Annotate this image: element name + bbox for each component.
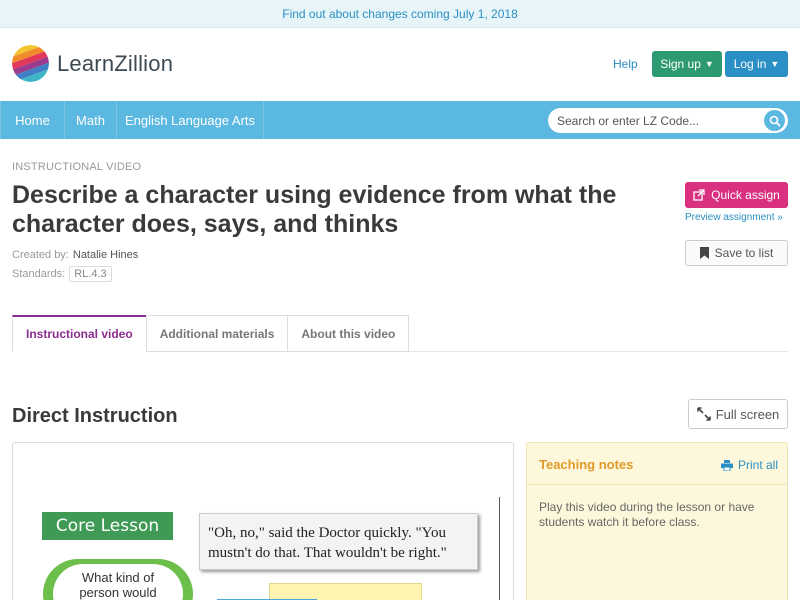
quick-assign-button[interactable]: Quick assign (685, 182, 788, 208)
log-in-label: Log in (733, 57, 767, 71)
log-in-button[interactable]: Log in ▼ (725, 51, 788, 77)
save-to-list-label: Save to list (714, 246, 774, 260)
tab-additional-materials[interactable]: Additional materials (145, 315, 289, 352)
page-title: Describe a character using evidence from… (12, 181, 617, 238)
preview-assignment-link[interactable]: Preview assignment » (685, 212, 783, 223)
sign-up-button[interactable]: Sign up ▼ (652, 51, 722, 77)
teaching-notes-title: Teaching notes (539, 457, 634, 472)
save-to-list-button[interactable]: Save to list (685, 240, 788, 266)
content-tabs: Instructional video Additional materials… (12, 315, 410, 352)
quick-assign-label: Quick assign (711, 188, 780, 202)
tab-label: Additional materials (159, 326, 275, 341)
teaching-notes-body: Play this video during the lesson or hav… (539, 500, 755, 529)
tab-label: Instructional video (26, 327, 133, 341)
full-screen-button[interactable]: Full screen (688, 399, 788, 429)
announcement-banner[interactable]: Find out about changes coming July 1, 20… (0, 0, 800, 28)
section-title: Direct Instruction (12, 405, 178, 427)
full-screen-label: Full screen (715, 406, 780, 422)
announcement-text[interactable]: Find out about changes coming July 1, 20… (282, 7, 518, 21)
standard-tag[interactable]: RL.4.3 (69, 266, 112, 282)
logo[interactable]: LearnZillion (12, 45, 173, 82)
standards-label: Standards: (12, 268, 66, 280)
tab-instructional-video[interactable]: Instructional video (12, 315, 147, 352)
logo-text: LearnZillion (57, 50, 174, 76)
print-all-button[interactable]: Print all (721, 458, 778, 472)
nav-item-label: English Language Arts (124, 112, 256, 128)
site-header: LearnZillion Help Sign up ▼ Log in ▼ (0, 28, 800, 101)
created-by-row: Created by: Natalie Hines (12, 249, 138, 261)
teaching-notes-header: Teaching notes Print all (527, 443, 787, 485)
search-icon (769, 115, 781, 127)
divider-line (499, 497, 500, 600)
nav-item-math[interactable]: Math (65, 101, 117, 139)
created-by-label: Created by: (12, 249, 69, 261)
core-lesson-badge: Core Lesson (42, 512, 173, 540)
sign-up-label: Sign up (660, 57, 701, 71)
quote-card: "Oh, no," said the Doctor quickly. "You … (199, 513, 478, 570)
chevron-down-icon: ▼ (704, 59, 714, 69)
logo-icon (12, 45, 49, 82)
print-icon (721, 459, 733, 471)
expand-icon (696, 407, 711, 421)
search-box (548, 108, 788, 133)
tab-label: About this video (301, 326, 396, 341)
video-player[interactable]: Core Lesson "Oh, no," said the Doctor qu… (12, 442, 514, 600)
share-icon (693, 189, 705, 201)
standards-row: Standards: RL.4.3 (12, 266, 112, 282)
content-type-label: INSTRUCTIONAL VIDEO (12, 161, 142, 173)
teaching-notes-panel: Teaching notes Print all Play this video… (526, 442, 788, 600)
search-input[interactable] (548, 108, 760, 133)
search-button[interactable] (764, 110, 785, 131)
nav-item-label: Math (76, 112, 105, 128)
tab-about-this-video[interactable]: About this video (287, 315, 410, 352)
bookmark-icon (699, 247, 709, 259)
author-link[interactable]: Natalie Hines (73, 249, 138, 261)
help-link[interactable]: Help (613, 57, 638, 71)
print-all-label: Print all (738, 458, 779, 472)
nav-item-home[interactable]: Home (0, 101, 65, 139)
sticky-note (269, 583, 422, 600)
nav-item-ela[interactable]: English Language Arts (117, 101, 264, 139)
chevron-down-icon: ▼ (770, 59, 780, 69)
thought-cloud-text: What kind of person would (79, 570, 157, 600)
nav-item-label: Home (15, 112, 50, 128)
main-nav: Home Math English Language Arts (0, 101, 800, 139)
